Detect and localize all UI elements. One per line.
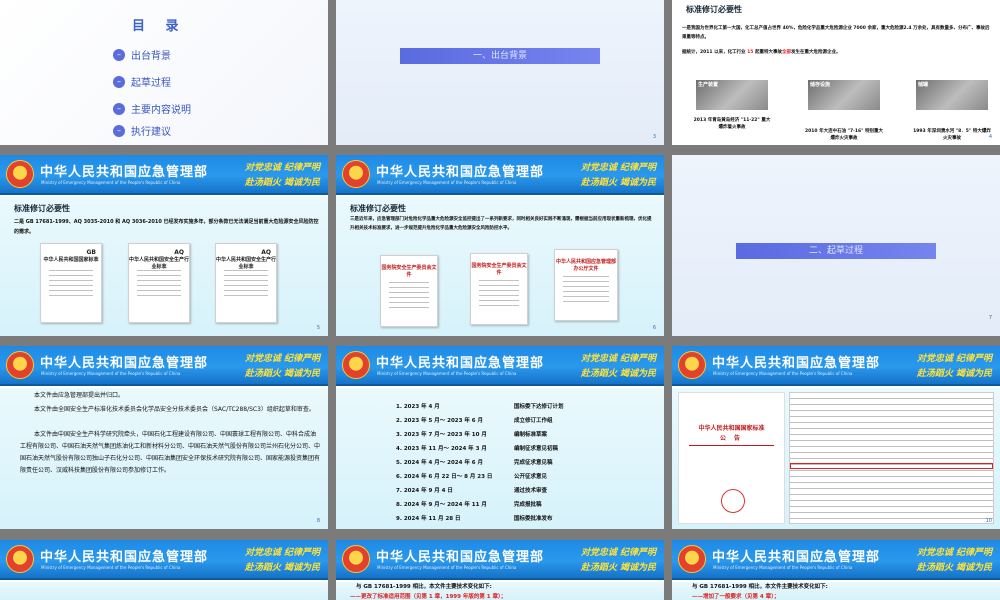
ministry-header: 中华人民共和国应急管理部 Ministry of Emergency Manag… bbox=[672, 346, 1000, 386]
photo-caption-2: 2010 年大连中石油 "7·16" 特别重大爆炸火灾事故 bbox=[804, 129, 883, 141]
slide-toc[interactable]: 目 录 – 出台背景 – 起草过程 – 主要内容说明 – 执行建议 bbox=[0, 0, 328, 145]
page-number: 7 bbox=[988, 315, 992, 321]
slide-necessity-2[interactable]: 中华人民共和国应急管理部 Ministry of Emergency Manag… bbox=[0, 155, 328, 336]
slide-body: 与 GB 17681-1999 相比，本文件主要技术变化如下: ——更改了标准适… bbox=[336, 582, 664, 600]
national-emblem-icon bbox=[342, 545, 370, 573]
section-band: 二、起草过程 bbox=[736, 243, 936, 259]
policy-doc-3: 中华人民共和国应急管理部办公厅文件 bbox=[554, 249, 618, 321]
ministry-header: 中华人民共和国应急管理部 Ministry of Emergency Manag… bbox=[0, 346, 328, 386]
page-number: 10 bbox=[985, 518, 992, 524]
accident-photo-1: 生产装置 bbox=[696, 80, 768, 110]
policy-doc-2: 国务院安全生产委员会文件 bbox=[470, 253, 528, 325]
national-emblem-icon bbox=[678, 545, 706, 573]
standards-list-table bbox=[789, 392, 994, 524]
national-emblem-icon bbox=[6, 545, 34, 573]
slide-body: 与 GB 17681-1999 相比，本文件主要技术变化如下: ——增加了一般要… bbox=[672, 582, 1000, 600]
slide-necessity-1[interactable]: 标准修订必要性 一是我国为世界化工第一大国，化工总产值占世界 40%，危险化学品… bbox=[672, 0, 1000, 145]
accident-photo-2: 储存设施 bbox=[808, 80, 880, 110]
toc-title: 目 录 bbox=[132, 19, 187, 34]
slide-title: 标准修订必要性 bbox=[686, 5, 742, 14]
national-emblem-icon bbox=[342, 351, 370, 379]
changes-intro: 与 GB 17681-1999 相比，本文件主要技术变化如下: bbox=[692, 584, 828, 590]
toc-item-4[interactable]: – 执行建议 bbox=[113, 120, 171, 138]
slide-partial-1[interactable]: 中华人民共和国应急管理部 Ministry of Emergency Manag… bbox=[0, 540, 328, 600]
slide-changes-1[interactable]: 中华人民共和国应急管理部 Ministry of Emergency Manag… bbox=[336, 540, 664, 600]
standard-doc-2: AQ 中华人民共和国安全生产行业标准 bbox=[128, 243, 190, 323]
slide-necessity-3[interactable]: 中华人民共和国应急管理部 Ministry of Emergency Manag… bbox=[336, 155, 664, 336]
slide-section-drafting[interactable]: 二、起草过程 7 bbox=[672, 155, 1000, 336]
slide-section-background[interactable]: 一、出台背景 3 bbox=[336, 0, 664, 145]
ministry-header: 中华人民共和国应急管理部 Ministry of Emergency Manag… bbox=[336, 540, 664, 580]
national-emblem-icon bbox=[6, 351, 34, 379]
standard-doc-3: AQ 中华人民共和国安全生产行业标准 bbox=[215, 243, 277, 323]
announcement-document: 中华人民共和国国家标准 公 告 bbox=[678, 392, 785, 524]
photo-caption-1: 2013 年青岛黄岛经济 "11·22" 重大爆炸着火事故 bbox=[693, 118, 771, 130]
drafting-p1: 本文件由应急管理部提出并归口。 bbox=[34, 392, 125, 399]
body-text: 二是 GB 17681-1999、AQ 3035-2010 和 AQ 3036-… bbox=[14, 219, 319, 235]
body-text: 三是近年来，应急管理部门对危险化学品重大危险源安全监控提出了一系列新要求，同时相… bbox=[350, 217, 652, 231]
photo-caption-3: 1993 年深圳清水河 "8．5" 特大爆炸火灾事故 bbox=[913, 129, 991, 141]
toc-item-2[interactable]: – 起草过程 bbox=[113, 71, 171, 89]
section-band: 一、出台背景 bbox=[400, 48, 600, 64]
slide-timeline[interactable]: 中华人民共和国应急管理部 Ministry of Emergency Manag… bbox=[336, 346, 664, 529]
page-number: 6 bbox=[652, 325, 656, 331]
toc-bullet-icon: – bbox=[113, 124, 125, 137]
section-title: 一、出台背景 bbox=[472, 51, 527, 61]
drafting-p3: 本文件由中国安全生产科学研究院牵头，中国石化工程建设有限公司、中国寰球工程有限公… bbox=[20, 431, 321, 474]
slide-title: 标准修订必要性 bbox=[350, 204, 406, 213]
changes-intro: 与 GB 17681-1999 相比，本文件主要技术变化如下: bbox=[356, 584, 492, 590]
slide-body: 中华人民共和国国家标准 公 告 10 bbox=[672, 388, 1000, 529]
official-seal-icon bbox=[721, 489, 745, 513]
bullet-text-2: 据统计，2011 以来，化工行业 15 起重特大事故全部发生在重大危险源企业。 bbox=[682, 50, 841, 55]
ministry-header: 中华人民共和国应急管理部 Ministry of Emergency Manag… bbox=[672, 540, 1000, 580]
slide-body: 标准修订必要性 三是近年来，应急管理部门对危险化学品重大危险源安全监控提出了一系… bbox=[336, 197, 664, 336]
slide-title: 标准修订必要性 bbox=[14, 204, 70, 213]
ministry-header: 中华人民共和国应急管理部 Ministry of Emergency Manag… bbox=[336, 155, 664, 195]
change-item: ——增加了一般要求（见第 4 章）； bbox=[692, 594, 780, 600]
toc-bullet-icon: – bbox=[113, 48, 125, 61]
slide-body: 标准修订必要性 二是 GB 17681-1999、AQ 3035-2010 和 … bbox=[0, 197, 328, 336]
toc-bullet-icon: – bbox=[113, 75, 125, 88]
page-number: 5 bbox=[316, 325, 320, 331]
slide-body: 1. 2023 年 4 月国标委下达修订计划 2. 2023 年 5 月～ 20… bbox=[336, 388, 664, 529]
bullet-text-1: 一是我国为世界化工第一大国，化工总产值占世界 40%，危险化学品重大危险源企业 … bbox=[682, 26, 990, 40]
standard-doc-1: GB 中华人民共和国国家标准 bbox=[40, 243, 102, 323]
ministry-header: 中华人民共和国应急管理部 Ministry of Emergency Manag… bbox=[336, 346, 664, 386]
slide-announcement[interactable]: 中华人民共和国应急管理部 Ministry of Emergency Manag… bbox=[672, 346, 1000, 529]
section-title: 二、起草过程 bbox=[808, 246, 863, 256]
national-emblem-icon bbox=[6, 160, 34, 188]
slide-body: 本文件由应急管理部提出并归口。 本文件由全国安全生产标准化技术委员会化学品安全分… bbox=[0, 388, 328, 529]
drafting-p2: 本文件由全国安全生产标准化技术委员会化学品安全分技术委员会（SAC/TC288/… bbox=[34, 406, 315, 413]
toc-item-3[interactable]: – 主要内容说明 bbox=[113, 98, 191, 116]
national-emblem-icon bbox=[342, 160, 370, 188]
slide-drafting-units[interactable]: 中华人民共和国应急管理部 Ministry of Emergency Manag… bbox=[0, 346, 328, 529]
ministry-header: 中华人民共和国应急管理部 Ministry of Emergency Manag… bbox=[0, 540, 328, 580]
policy-doc-1: 国务院安全生产委员会文件 bbox=[380, 255, 438, 327]
slide-changes-2[interactable]: 中华人民共和国应急管理部 Ministry of Emergency Manag… bbox=[672, 540, 1000, 600]
page-number: 4 bbox=[988, 134, 992, 140]
toc-item-1[interactable]: – 出台背景 bbox=[113, 44, 171, 62]
toc-bullet-icon: – bbox=[113, 102, 125, 115]
page-number: 8 bbox=[316, 518, 320, 524]
page-number: 3 bbox=[652, 134, 656, 140]
highlight-row bbox=[790, 463, 993, 469]
slide-body bbox=[0, 582, 328, 600]
accident-photo-3: 储罐 bbox=[916, 80, 988, 110]
national-emblem-icon bbox=[678, 351, 706, 379]
change-item: ——更改了标准适用范围（见第 1 章，1999 年版的第 1 章）； bbox=[350, 594, 507, 600]
ministry-header: 中华人民共和国应急管理部 Ministry of Emergency Manag… bbox=[0, 155, 328, 195]
